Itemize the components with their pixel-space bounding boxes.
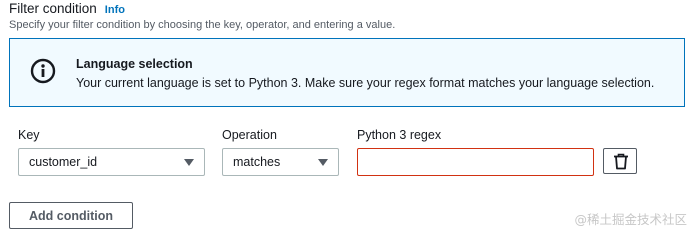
remove-condition-button[interactable]: [603, 148, 637, 174]
filter-condition-header: Filter condition Info Specify your filte…: [9, 1, 395, 31]
trash-icon: [614, 153, 628, 170]
key-select[interactable]: customer_id: [18, 148, 205, 176]
info-link[interactable]: Info: [105, 4, 125, 16]
watermark-text: @稀土掘金技术社区: [574, 212, 687, 227]
operation-label: Operation: [222, 128, 277, 142]
key-select-value: customer_id: [29, 155, 98, 169]
operation-select[interactable]: matches: [222, 148, 339, 176]
regex-label: Python 3 regex: [357, 128, 442, 142]
alert-message: Your current language is set to Python 3…: [76, 76, 655, 90]
alert-title: Language selection: [76, 57, 193, 71]
watermark: @稀土掘金技术社区: [574, 209, 687, 228]
operation-select-value: matches: [233, 155, 281, 169]
add-condition-button[interactable]: Add condition: [9, 202, 133, 229]
regex-input[interactable]: [357, 148, 594, 176]
info-icon: [30, 58, 56, 84]
language-alert: Language selection Your current language…: [9, 38, 685, 107]
section-title: Filter condition: [9, 1, 97, 16]
caret-down-icon: [184, 159, 194, 166]
caret-down-icon: [318, 159, 328, 166]
section-description: Specify your filter condition by choosin…: [9, 19, 396, 31]
key-label: Key: [18, 128, 40, 142]
